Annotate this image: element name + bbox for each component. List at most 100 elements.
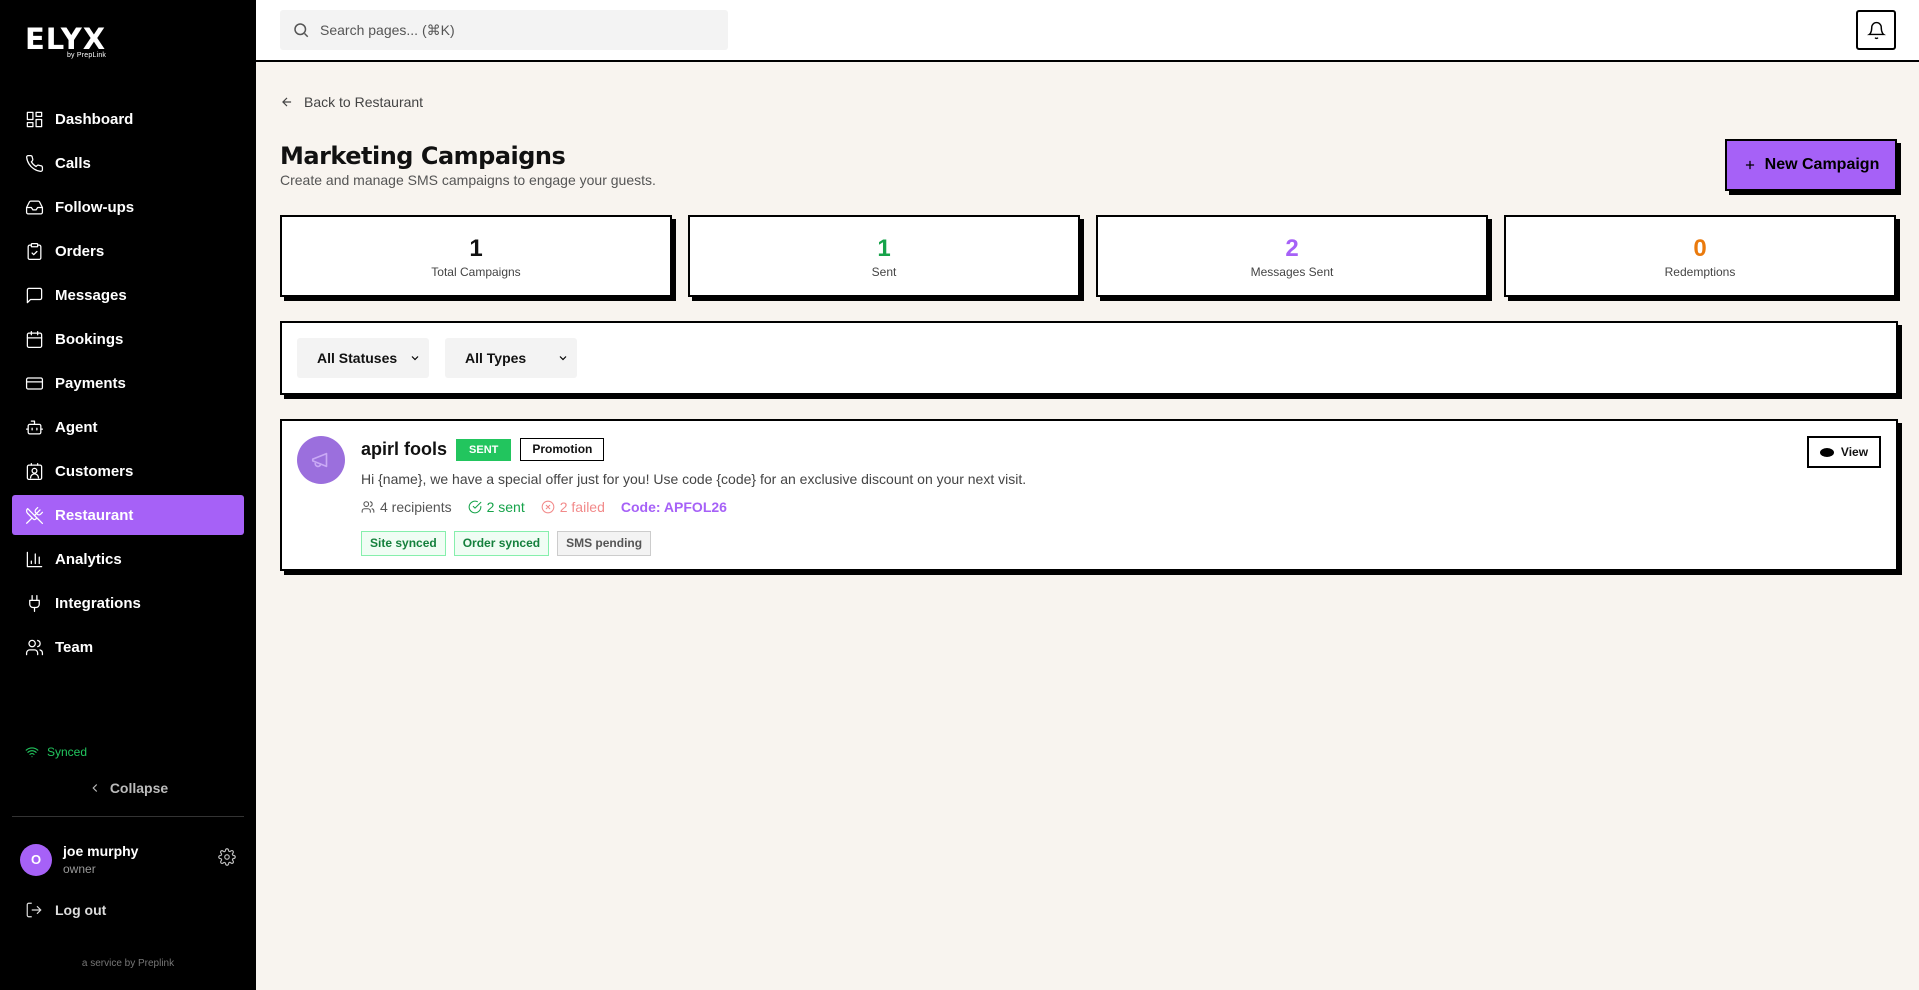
inbox-icon <box>24 197 44 217</box>
gear-icon[interactable] <box>218 848 236 871</box>
stat-value: 1 <box>469 235 483 262</box>
search-box[interactable] <box>280 10 728 50</box>
top-bar <box>256 0 1919 62</box>
sidebar-item-agent[interactable]: Agent <box>12 407 244 447</box>
view-label: View <box>1840 445 1869 459</box>
sidebar-item-customers[interactable]: Customers <box>12 451 244 491</box>
check-circle-icon <box>468 500 481 514</box>
bell-icon <box>1866 21 1886 39</box>
recipients-count: 4 recipients <box>361 499 452 515</box>
chevron-down-icon <box>411 356 419 361</box>
stats-row: 1 Total Campaigns 1 Sent 2 Messages Sent… <box>280 215 1898 297</box>
chevron-down-icon <box>559 356 567 361</box>
sidebar-item-integrations[interactable]: Integrations <box>12 583 244 623</box>
sidebar-item-label: Bookings <box>55 330 124 348</box>
megaphone-icon <box>297 436 345 484</box>
avatar[interactable]: O <box>20 843 52 876</box>
sync-status: Synced <box>25 745 87 759</box>
promo-code: Code: APFOL26 <box>620 499 727 515</box>
failed-label: 2 failed <box>559 499 605 515</box>
sidebar-item-orders[interactable]: Orders <box>12 231 244 271</box>
arrow-left-icon <box>282 97 292 107</box>
sidebar-item-label: Restaurant <box>55 506 134 524</box>
logout-button[interactable]: Log out <box>25 901 106 919</box>
stat-label: Messages Sent <box>1250 265 1334 279</box>
sidebar-nav: Dashboard Calls Follow-ups Orders Messag… <box>12 99 244 671</box>
contact-icon <box>24 461 44 481</box>
sidebar-item-label: Payments <box>55 374 126 392</box>
sidebar-item-messages[interactable]: Messages <box>12 275 244 315</box>
logo[interactable]: ELYX by PrepLink <box>25 24 106 59</box>
sidebar-item-label: Team <box>55 638 94 656</box>
view-campaign-button[interactable]: View <box>1807 436 1881 468</box>
type-filter-value: All Types <box>465 350 527 366</box>
sync-tags: Site synced Order synced SMS pending <box>361 531 659 556</box>
collapse-button[interactable]: Collapse <box>0 780 256 796</box>
campaign-card: apirl fools SENT Promotion Hi {name}, we… <box>280 419 1898 571</box>
campaign-meta: 4 recipients 2 sent 2 failed Code: APFOL… <box>361 499 743 515</box>
new-campaign-label: New Campaign <box>1764 156 1880 173</box>
service-credit: a service by Preplink <box>81 958 175 969</box>
search-input[interactable] <box>320 22 700 38</box>
status-filter-value: All Statuses <box>317 350 398 366</box>
sidebar-item-bookings[interactable]: Bookings <box>12 319 244 359</box>
sidebar-item-restaurant[interactable]: Restaurant <box>12 495 244 535</box>
stat-label: Sent <box>871 265 897 279</box>
credit-card-icon <box>24 373 44 393</box>
sidebar-item-label: Calls <box>55 154 91 172</box>
sidebar-item-label: Integrations <box>55 594 141 612</box>
robot-icon <box>24 417 44 437</box>
sidebar-item-label: Messages <box>55 286 127 304</box>
stat-label: Redemptions <box>1664 265 1736 279</box>
sidebar-item-team[interactable]: Team <box>12 627 244 667</box>
page-subtitle: Create and manage SMS campaigns to engag… <box>280 172 656 188</box>
new-campaign-button[interactable]: New Campaign <box>1725 139 1897 191</box>
eye-icon <box>1819 447 1834 457</box>
message-icon <box>24 285 44 305</box>
back-link-label: Back to Restaurant <box>304 94 424 110</box>
notifications-button[interactable] <box>1856 10 1896 50</box>
logo-text: ELYX <box>25 22 107 56</box>
dashboard-icon <box>24 109 44 129</box>
sidebar-item-calls[interactable]: Calls <box>12 143 244 183</box>
tag-sms-pending: SMS pending <box>557 531 652 556</box>
user-profile: O joe murphy owner <box>20 843 236 876</box>
campaign-message: Hi {name}, we have a special offer just … <box>361 471 1027 487</box>
x-circle-icon <box>541 500 555 514</box>
back-link[interactable]: Back to Restaurant <box>280 94 423 110</box>
stat-label: Total Campaigns <box>431 265 521 279</box>
clipboard-icon <box>24 241 44 261</box>
sidebar-item-payments[interactable]: Payments <box>12 363 244 403</box>
sidebar-item-label: Follow-ups <box>55 198 135 216</box>
sidebar-item-label: Agent <box>55 418 98 436</box>
sidebar-item-follow-ups[interactable]: Follow-ups <box>12 187 244 227</box>
status-filter-select[interactable]: All Statuses <box>297 338 429 378</box>
users-icon <box>24 637 44 657</box>
chevron-left-icon <box>92 784 97 792</box>
sidebar-item-label: Dashboard <box>55 110 134 128</box>
sidebar-divider <box>12 816 244 817</box>
sidebar-item-dashboard[interactable]: Dashboard <box>12 99 244 139</box>
stat-card-redemptions: 0 Redemptions <box>1504 215 1896 297</box>
plus-icon <box>1745 160 1754 170</box>
campaign-name: apirl fools <box>361 439 448 459</box>
sidebar-item-analytics[interactable]: Analytics <box>12 539 244 579</box>
calendar-icon <box>24 329 44 349</box>
stat-card-total-campaigns: 1 Total Campaigns <box>280 215 672 297</box>
sent-label: 2 sent <box>486 499 525 515</box>
collapse-label: Collapse <box>109 780 169 796</box>
sync-status-label: Synced <box>47 745 88 759</box>
logout-icon <box>26 902 42 918</box>
sidebar-item-label: Analytics <box>55 550 122 568</box>
phone-icon <box>24 153 44 173</box>
stat-card-messages-sent: 2 Messages Sent <box>1096 215 1488 297</box>
user-name: joe murphy <box>63 843 139 859</box>
utensils-icon <box>24 505 44 525</box>
plug-icon <box>24 593 44 613</box>
wifi-icon <box>25 747 39 758</box>
type-filter-select[interactable]: All Types <box>445 338 577 378</box>
sent-count: 2 sent <box>468 499 525 515</box>
sidebar-item-label: Customers <box>55 462 134 480</box>
type-badge: Promotion <box>520 438 605 461</box>
sidebar: ELYX by PrepLink Dashboard Calls Follow-… <box>0 0 256 990</box>
